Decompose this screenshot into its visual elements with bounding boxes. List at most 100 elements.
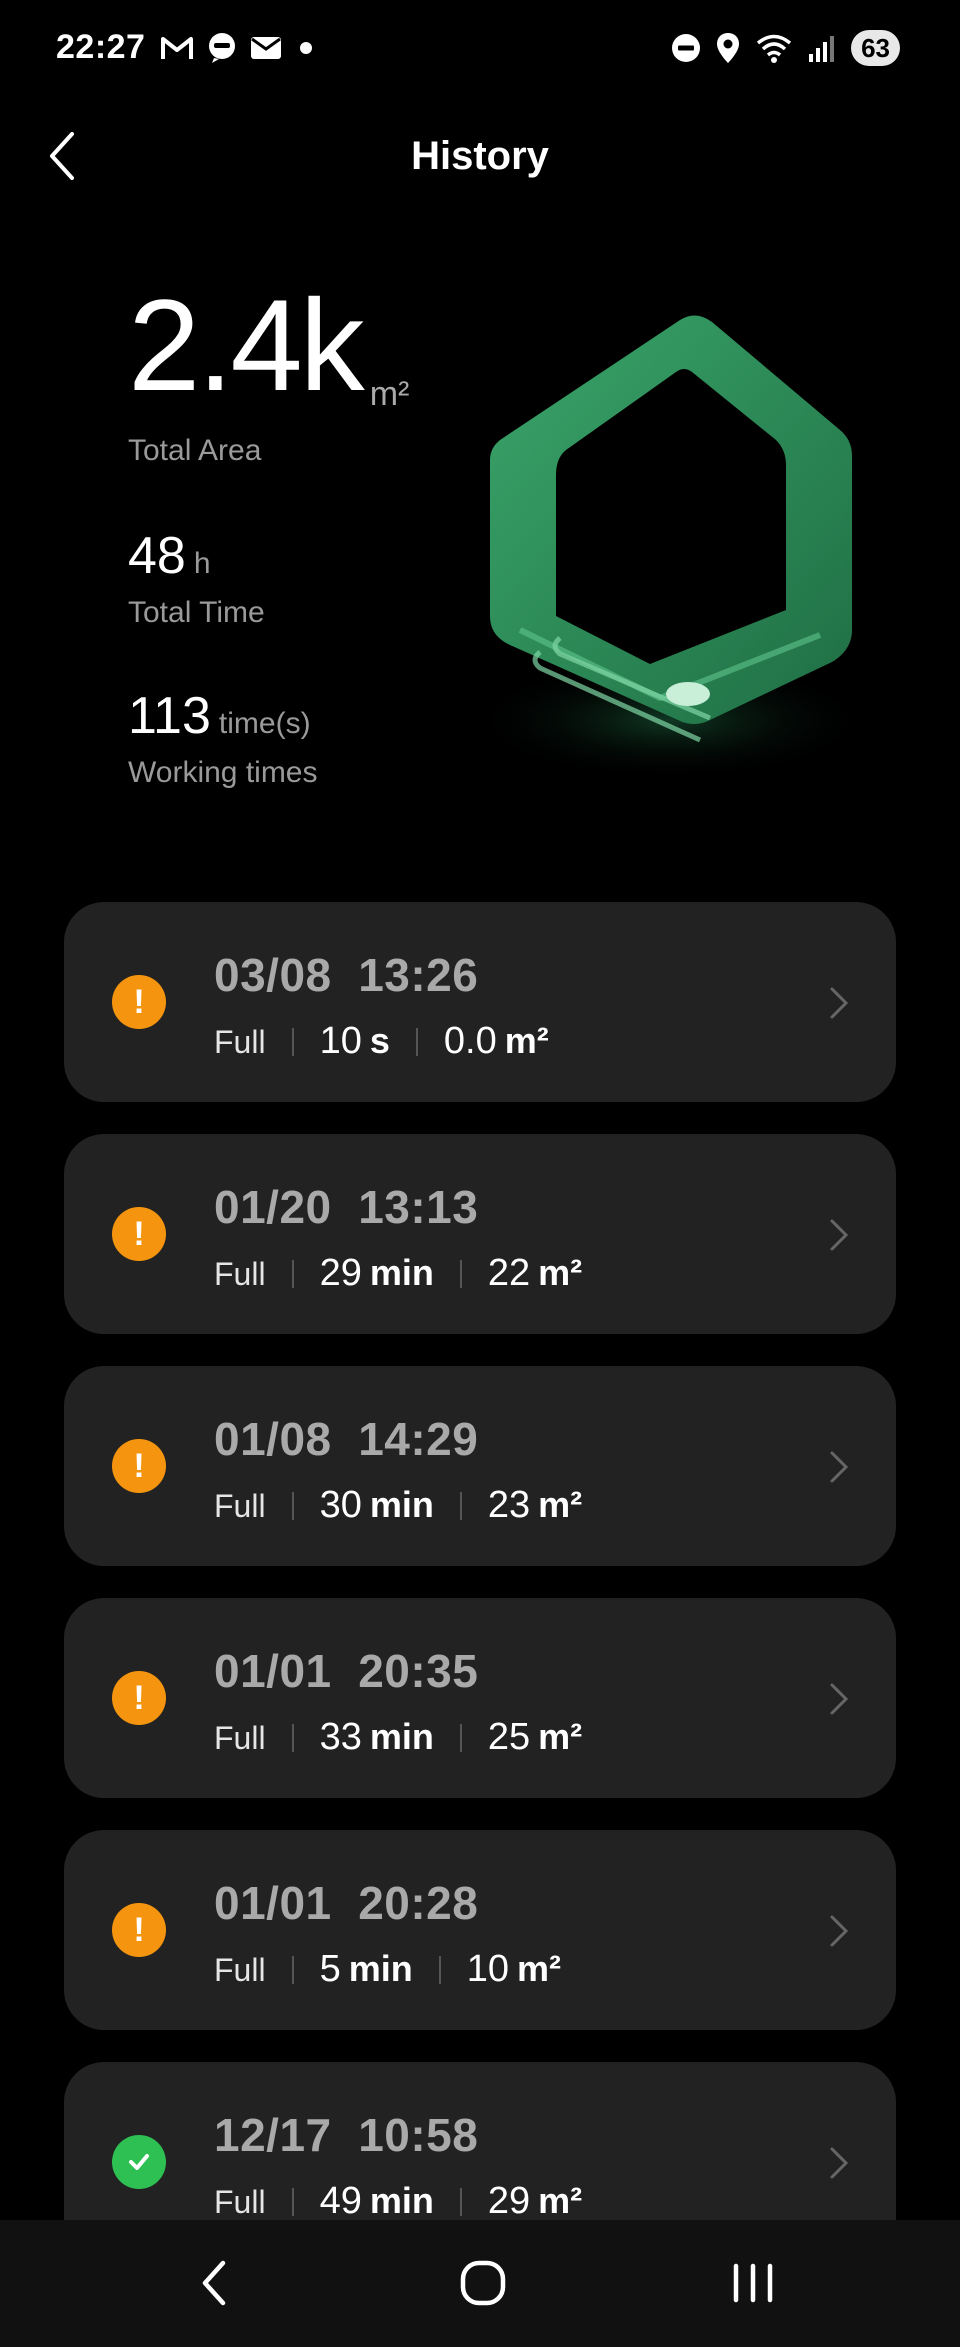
divider xyxy=(291,1955,294,1984)
nav-recents-button[interactable] xyxy=(718,2250,788,2316)
history-card[interactable]: ! 01/01 20:35 Full 33 min 25 m² xyxy=(64,1598,896,1798)
card-duration: 49 xyxy=(319,2180,362,2220)
recents-icon xyxy=(733,2263,773,2303)
card-meta: Full 30 min 23 m² xyxy=(214,1484,582,1527)
card-mode: Full xyxy=(214,1024,266,1060)
status-time: 22:27 xyxy=(56,28,146,66)
card-area-unit: m² xyxy=(538,1716,583,1757)
card-datetime: 01/20 13:13 xyxy=(214,1181,479,1233)
divider xyxy=(291,1259,294,1288)
warning-icon: ! xyxy=(112,1439,166,1493)
card-meta: Full 5 min 10 m² xyxy=(214,1948,561,1991)
chevron-right-icon xyxy=(830,987,849,1019)
divider xyxy=(438,1955,441,1984)
divider xyxy=(459,1723,462,1752)
card-datetime: 12/17 10:58 xyxy=(214,2109,479,2161)
house-illustration xyxy=(470,315,870,780)
card-area-unit: m² xyxy=(538,1484,583,1525)
card-area: 10 xyxy=(466,1948,509,1990)
history-card[interactable]: ! 01/20 13:13 Full 29 min 22 m² xyxy=(64,1134,896,1334)
card-area-unit: m² xyxy=(538,2180,583,2220)
dnd-icon xyxy=(672,34,701,62)
card-mode: Full xyxy=(214,1256,266,1292)
card-area: 23 xyxy=(487,1484,531,1526)
card-duration: 30 xyxy=(319,1484,362,1526)
total-area-value: 2.4k xyxy=(128,272,365,418)
working-times-value: 113 xyxy=(128,687,211,745)
card-area: 0.0 xyxy=(443,1020,497,1062)
wifi-icon xyxy=(756,34,792,63)
card-area: 22 xyxy=(487,1252,531,1294)
chevron-right-icon xyxy=(830,1451,849,1483)
divider xyxy=(459,1259,462,1288)
warning-icon: ! xyxy=(112,975,166,1029)
divider xyxy=(291,1027,294,1056)
chat-icon xyxy=(209,33,235,63)
warning-icon: ! xyxy=(112,1207,166,1261)
card-duration-unit: min xyxy=(369,1716,434,1757)
card-meta: Full 10 s 0.0 m² xyxy=(214,1020,549,1063)
total-area-unit: m² xyxy=(369,375,410,413)
divider xyxy=(291,2187,294,2216)
nav-back-button[interactable] xyxy=(180,2250,250,2316)
card-area: 29 xyxy=(487,2180,531,2220)
location-icon xyxy=(717,33,740,63)
divider xyxy=(459,1491,462,1520)
history-card[interactable]: ! 01/08 14:29 Full 30 min 23 m² xyxy=(64,1366,896,1566)
card-duration-unit: min xyxy=(348,1948,413,1989)
notification-icons xyxy=(160,32,318,64)
card-duration: 29 xyxy=(319,1252,362,1294)
total-time-value: 48 xyxy=(128,527,186,585)
divider xyxy=(415,1027,418,1056)
total-time-unit: h xyxy=(193,547,211,580)
nav-home-button[interactable] xyxy=(448,2250,518,2316)
warning-icon: ! xyxy=(112,1903,166,1957)
header: History xyxy=(0,110,960,210)
history-list: ! 03/08 13:26 Full 10 s 0.0 m² ! 01/20 13:… xyxy=(64,902,896,2220)
status-bar: 22:27 63 xyxy=(0,0,960,100)
dot-icon xyxy=(300,42,312,54)
card-area-unit: m² xyxy=(538,1252,583,1293)
chevron-right-icon xyxy=(830,1915,849,1947)
back-icon xyxy=(202,2260,226,2306)
card-datetime: 01/01 20:28 xyxy=(214,1877,479,1929)
card-mode: Full xyxy=(214,1488,266,1524)
card-area-unit: m² xyxy=(517,1948,561,1989)
card-mode: Full xyxy=(214,1952,266,1988)
card-mode: Full xyxy=(214,1720,266,1756)
check-icon xyxy=(112,2135,166,2189)
gmail-icon xyxy=(161,37,193,59)
card-duration: 5 xyxy=(319,1948,341,1990)
card-meta: Full 33 min 25 m² xyxy=(214,1716,582,1759)
home-icon xyxy=(460,2260,506,2306)
history-card[interactable]: ! 03/08 13:26 Full 10 s 0.0 m² xyxy=(64,902,896,1102)
chevron-right-icon xyxy=(830,2147,849,2179)
card-datetime: 03/08 13:26 xyxy=(214,949,479,1001)
card-duration-unit: min xyxy=(369,2180,434,2220)
divider xyxy=(291,1723,294,1752)
card-area-unit: m² xyxy=(504,1020,549,1061)
working-times-unit: time(s) xyxy=(218,707,311,740)
card-duration-unit: min xyxy=(369,1484,434,1525)
card-datetime: 01/08 14:29 xyxy=(214,1413,479,1465)
card-duration: 10 xyxy=(319,1020,362,1062)
card-meta: Full 29 min 22 m² xyxy=(214,1252,582,1295)
chevron-right-icon xyxy=(830,1219,849,1251)
chevron-right-icon xyxy=(830,1683,849,1715)
system-icons: 63 xyxy=(671,30,900,66)
history-card[interactable]: ! 01/01 20:28 Full 5 min 10 m² xyxy=(64,1830,896,2030)
page-title: History xyxy=(411,134,549,178)
card-area: 25 xyxy=(487,1716,531,1758)
card-meta: Full 49 min 29 m² xyxy=(214,2180,582,2220)
card-datetime: 01/01 20:35 xyxy=(214,1645,479,1697)
battery-indicator: 63 xyxy=(851,30,900,66)
mail-icon xyxy=(251,37,281,59)
card-duration: 33 xyxy=(319,1716,362,1758)
card-duration-unit: s xyxy=(369,1020,390,1061)
warning-icon: ! xyxy=(112,1671,166,1725)
card-duration-unit: min xyxy=(369,1252,434,1293)
system-navbar xyxy=(0,2220,960,2347)
card-mode: Full xyxy=(214,2184,266,2220)
history-card[interactable]: 12/17 10:58 Full 49 min 29 m² xyxy=(64,2062,896,2220)
divider xyxy=(459,2187,462,2216)
